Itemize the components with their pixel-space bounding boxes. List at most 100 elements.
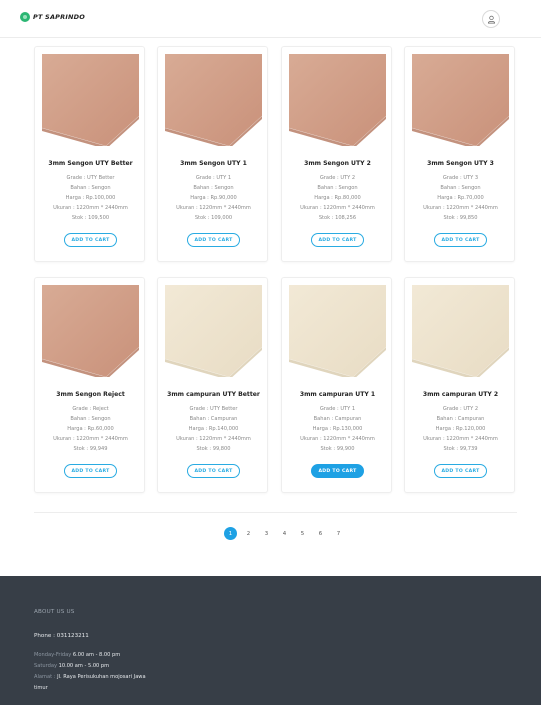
product-title[interactable]: 3mm campuran UTY Better xyxy=(158,391,269,398)
user-account-button[interactable] xyxy=(482,10,500,28)
page-link[interactable]: 2 xyxy=(242,527,255,540)
pagination: 1234567 xyxy=(224,527,345,540)
product-grade: Grade : UTY Better xyxy=(66,175,115,181)
product-price: Harga : Rp.140,000 xyxy=(188,426,239,432)
footer-hours-saturday-label: Saturday xyxy=(34,663,57,669)
product-stock: Stok : 99,850 xyxy=(443,215,478,221)
footer-hours-weekday-value: 6.00 am - 8.00 pm xyxy=(72,652,121,658)
brand-logo[interactable]: PT SAPRINDO xyxy=(20,12,85,22)
product-stock: Stok : 99,739 xyxy=(443,446,478,452)
page-link[interactable]: 6 xyxy=(314,527,327,540)
footer-hours-saturday: Saturday 10.00 am - 5.00 pm xyxy=(34,663,109,669)
product-price: Harga : Rp.90,000 xyxy=(190,195,237,201)
footer-address-label: Alamat xyxy=(34,674,53,680)
product-grade: Grade : UTY 2 xyxy=(319,175,356,181)
product-size: Ukuran : 1220mm * 2440mm xyxy=(423,205,498,211)
product-material: Bahan : Sengon xyxy=(70,185,111,191)
product-card[interactable]: 3mm Sengon Reject Grade : Reject Bahan : S… xyxy=(34,277,145,493)
product-image[interactable] xyxy=(412,285,509,377)
product-card[interactable]: 3mm Sengon UTY Better Grade : UTY Better B… xyxy=(34,46,145,262)
brand-name: PT SAPRINDO xyxy=(33,13,85,21)
product-stock: Stok : 99,800 xyxy=(196,446,231,452)
product-size: Ukuran : 1220mm * 2440mm xyxy=(300,205,375,211)
footer-address-line2-value: timur xyxy=(34,685,48,691)
product-size: Ukuran : 1220mm * 2440mm xyxy=(53,436,128,442)
product-stock: Stok : 109,000 xyxy=(194,215,233,221)
add-to-cart-button[interactable]: ADD TO CART xyxy=(311,233,364,247)
page-link[interactable]: 4 xyxy=(278,527,291,540)
footer-hours-weekday-label: Monday-Friday xyxy=(34,652,72,658)
add-to-cart-button[interactable]: ADD TO CART xyxy=(64,233,117,247)
product-grade: Grade : UTY 1 xyxy=(319,406,356,412)
page-link[interactable]: 5 xyxy=(296,527,309,540)
product-price: Harga : Rp.100,000 xyxy=(65,195,116,201)
product-grade: Grade : UTY Better xyxy=(189,406,238,412)
site-footer: ABOUT US US Phone : 031123211 Monday-Fri… xyxy=(0,576,541,705)
page-link[interactable]: 7 xyxy=(332,527,345,540)
product-price: Harga : Rp.120,000 xyxy=(435,426,486,432)
add-to-cart-button[interactable]: ADD TO CART xyxy=(434,233,487,247)
product-size: Ukuran : 1220mm * 2440mm xyxy=(423,436,498,442)
product-image[interactable] xyxy=(412,54,509,146)
product-material: Bahan : Sengon xyxy=(193,185,234,191)
product-title[interactable]: 3mm Sengon UTY Better xyxy=(35,160,146,167)
footer-address-value: Jl. Raya Perisukuhan mojosari Jawa xyxy=(57,674,146,680)
product-title[interactable]: 3mm campuran UTY 2 xyxy=(405,391,516,398)
page-link[interactable]: 1 xyxy=(224,527,237,540)
footer-hours-saturday-value: 10.00 am - 5.00 pm xyxy=(58,663,110,669)
add-to-cart-button[interactable]: ADD TO CART xyxy=(434,464,487,478)
divider xyxy=(34,512,517,513)
page-link[interactable]: 3 xyxy=(260,527,273,540)
product-card[interactable]: 3mm campuran UTY Better Grade : UTY Bette… xyxy=(157,277,268,493)
product-card[interactable]: 3mm Sengon UTY 2 Grade : UTY 2 Bahan : Sen… xyxy=(281,46,392,262)
product-card[interactable]: 3mm campuran UTY 1 Grade : UTY 1 Bahan : C… xyxy=(281,277,392,493)
product-price: Harga : Rp.70,000 xyxy=(437,195,484,201)
product-title[interactable]: 3mm campuran UTY 1 xyxy=(282,391,393,398)
add-to-cart-button[interactable]: ADD TO CART xyxy=(64,464,117,478)
product-size: Ukuran : 1220mm * 2440mm xyxy=(176,205,251,211)
product-price: Harga : Rp.80,000 xyxy=(314,195,361,201)
product-material: Bahan : Sengon xyxy=(70,416,111,422)
product-grade: Grade : UTY 2 xyxy=(442,406,479,412)
add-to-cart-button[interactable]: ADD TO CART xyxy=(187,233,240,247)
logo-icon xyxy=(20,12,30,22)
product-price: Harga : Rp.60,000 xyxy=(67,426,114,432)
user-icon xyxy=(487,15,495,23)
product-grade: Grade : UTY 3 xyxy=(442,175,479,181)
product-stock: Stok : 99,949 xyxy=(73,446,108,452)
product-size: Ukuran : 1220mm * 2440mm xyxy=(300,436,375,442)
product-grade: Grade : UTY 1 xyxy=(195,175,232,181)
product-size: Ukuran : 1220mm * 2440mm xyxy=(53,205,128,211)
product-material: Bahan : Campuran xyxy=(436,416,485,422)
product-title[interactable]: 3mm Sengon UTY 2 xyxy=(282,160,393,167)
product-stock: Stok : 109,500 xyxy=(71,215,110,221)
product-image[interactable] xyxy=(42,54,139,146)
product-material: Bahan : Campuran xyxy=(189,416,238,422)
product-card[interactable]: 3mm campuran UTY 2 Grade : UTY 2 Bahan : C… xyxy=(404,277,515,493)
product-title[interactable]: 3mm Sengon UTY 1 xyxy=(158,160,269,167)
product-image[interactable] xyxy=(289,54,386,146)
product-material: Bahan : Sengon xyxy=(440,185,481,191)
product-title[interactable]: 3mm Sengon UTY 3 xyxy=(405,160,516,167)
footer-address-line2: timur xyxy=(34,685,48,691)
product-image[interactable] xyxy=(165,285,262,377)
footer-hours-weekday: Monday-Friday 6.00 am - 8.00 pm xyxy=(34,652,120,658)
add-to-cart-button[interactable]: ADD TO CART xyxy=(187,464,240,478)
product-material: Bahan : Campuran xyxy=(313,416,362,422)
product-grade: Grade : Reject xyxy=(72,406,109,412)
footer-phone: Phone : 031123211 xyxy=(34,633,89,639)
product-card[interactable]: 3mm Sengon UTY 1 Grade : UTY 1 Bahan : Sen… xyxy=(157,46,268,262)
product-size: Ukuran : 1220mm * 2440mm xyxy=(176,436,251,442)
product-image[interactable] xyxy=(42,285,139,377)
product-stock: Stok : 99,900 xyxy=(320,446,355,452)
product-title[interactable]: 3mm Sengon Reject xyxy=(35,391,146,398)
product-price: Harga : Rp.130,000 xyxy=(312,426,363,432)
product-material: Bahan : Sengon xyxy=(317,185,358,191)
product-image[interactable] xyxy=(165,54,262,146)
product-image[interactable] xyxy=(289,285,386,377)
footer-about-heading: ABOUT US US xyxy=(34,609,75,615)
product-stock: Stok : 108,256 xyxy=(318,215,357,221)
site-header: PT SAPRINDO xyxy=(0,0,541,38)
add-to-cart-button[interactable]: ADD TO CART xyxy=(311,464,364,478)
product-card[interactable]: 3mm Sengon UTY 3 Grade : UTY 3 Bahan : Sen… xyxy=(404,46,515,262)
